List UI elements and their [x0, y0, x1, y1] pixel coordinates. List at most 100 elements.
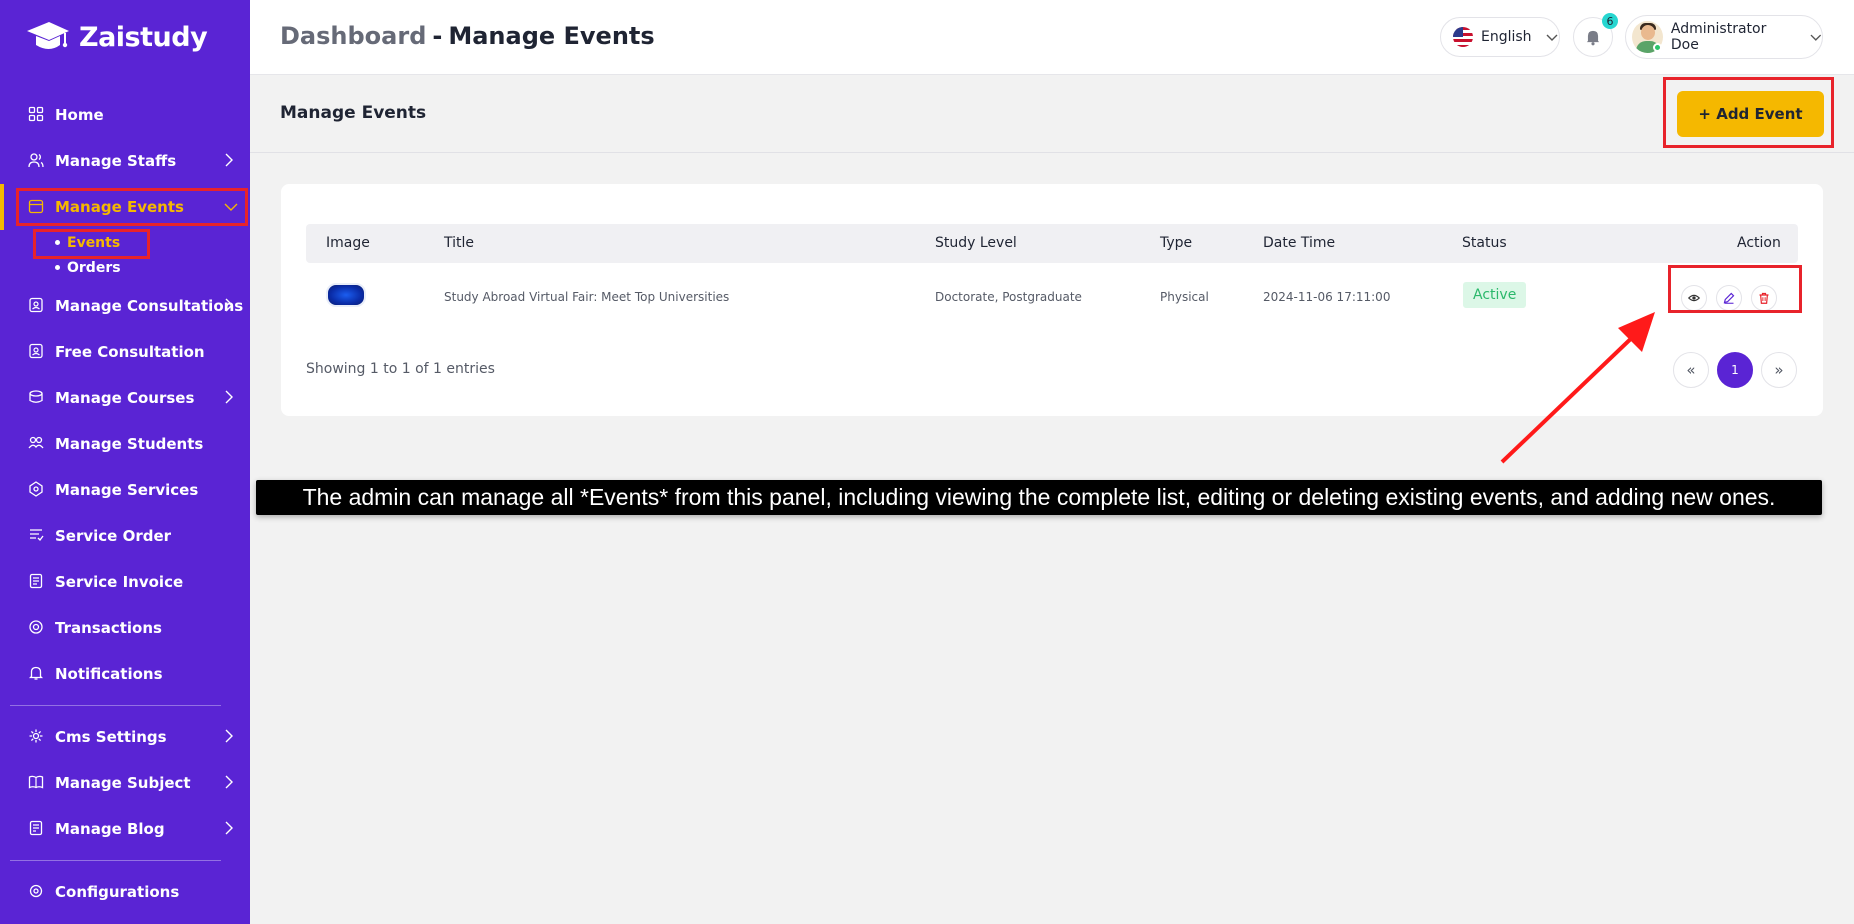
column-header-study-level: Study Level: [935, 235, 1017, 251]
sidebar-nav: Home Manage Staffs Manage Events Events …: [0, 92, 250, 915]
user-name: Administrator Doe: [1670, 21, 1767, 53]
sidebar-item-manage-students[interactable]: Manage Students: [0, 421, 250, 467]
view-button[interactable]: [1681, 285, 1707, 311]
bell-icon: [1586, 30, 1600, 46]
table-info: Showing 1 to 1 of 1 entries: [306, 361, 495, 377]
column-header-action: Action: [1737, 235, 1781, 251]
add-event-button[interactable]: + Add Event: [1677, 91, 1824, 137]
sidebar-item-label: Configurations: [55, 883, 180, 901]
sidebar-item-label: Service Invoice: [55, 573, 184, 591]
breadcrumb-current: Manage Events: [448, 22, 655, 50]
column-header-title: Title: [444, 235, 475, 251]
chevron-right-icon: [225, 729, 233, 743]
pagination-page-1[interactable]: 1: [1717, 352, 1753, 388]
sidebar-item-manage-subject[interactable]: Manage Subject: [0, 760, 250, 806]
event-title: Study Abroad Virtual Fair: Meet Top Univ…: [444, 290, 730, 304]
graduation-cap-logo-icon: [27, 22, 69, 49]
pencil-icon: [1723, 292, 1735, 304]
notification-count-badge: 6: [1602, 13, 1618, 29]
event-date-time: 2024-11-06 17:11:00: [1263, 290, 1391, 304]
sidebar-item-free-consultation[interactable]: Free Consultation: [0, 329, 250, 375]
order-icon: [28, 527, 46, 545]
sidebar-item-label: Manage Students: [55, 435, 204, 453]
sidebar-item-manage-events[interactable]: Manage Events: [0, 184, 250, 230]
sidebar-item-label: Service Order: [55, 527, 172, 545]
sidebar-item-label: Transactions: [55, 619, 162, 637]
column-header-image: Image: [326, 235, 370, 251]
sidebar-item-service-order[interactable]: Service Order: [0, 513, 250, 559]
bell-icon: [28, 665, 46, 683]
sidebar-item-manage-blog[interactable]: Manage Blog: [0, 806, 250, 852]
sidebar-item-label: Free Consultation: [55, 343, 205, 361]
sidebar-item-manage-staffs[interactable]: Manage Staffs: [0, 138, 250, 184]
sidebar-subitem-events[interactable]: Events: [33, 229, 250, 259]
chevron-down-icon: [1810, 34, 1822, 41]
column-header-type: Type: [1160, 235, 1193, 251]
chevron-down-icon: [1546, 34, 1558, 41]
events-table-card: Image Title Study Level Type Date Time S…: [281, 184, 1823, 416]
sidebar-subitem-label: Events: [67, 234, 121, 251]
services-icon: [28, 481, 46, 499]
pagination-next-button[interactable]: »: [1761, 352, 1797, 388]
sidebar-item-notifications[interactable]: Notifications: [0, 651, 250, 697]
sidebar-divider: [10, 860, 221, 861]
table-row: Study Abroad Virtual Fair: Meet Top Univ…: [306, 265, 1802, 322]
bullet-icon: [55, 240, 60, 245]
breadcrumb-root[interactable]: Dashboard: [280, 22, 426, 50]
brand[interactable]: Zaistudy: [25, 18, 208, 56]
chevron-right-icon: [225, 390, 233, 404]
sidebar-item-label: Manage Courses: [55, 389, 195, 407]
page-title: Manage Events: [280, 103, 427, 123]
breadcrumb-separator: -: [432, 22, 443, 50]
page-header: Manage Events + Add Event: [250, 75, 1854, 153]
calendar-icon: [28, 198, 46, 216]
chevron-down-icon: [224, 203, 238, 211]
invoice-icon: [28, 573, 46, 591]
us-flag-icon: [1453, 27, 1473, 47]
sidebar-item-service-invoice[interactable]: Service Invoice: [0, 559, 250, 605]
sidebar-item-label: Manage Events: [55, 198, 184, 216]
sidebar-item-transactions[interactable]: Transactions: [0, 605, 250, 651]
free-consultation-icon: [28, 343, 46, 361]
bullet-icon: [55, 265, 60, 270]
settings-icon: [28, 883, 46, 901]
tutorial-caption: The admin can manage all *Events* from t…: [256, 480, 1822, 515]
chevron-right-icon: [225, 775, 233, 789]
consultation-icon: [28, 297, 46, 315]
sidebar: Zaistudy Home Manage Staffs Manage Event…: [0, 0, 250, 924]
event-type: Physical: [1160, 290, 1209, 304]
sidebar-subitem-orders[interactable]: Orders: [55, 255, 250, 280]
event-thumbnail: [326, 283, 366, 307]
language-selector[interactable]: English: [1440, 17, 1560, 57]
user-menu[interactable]: Administrator Doe: [1625, 15, 1823, 59]
sidebar-item-label: Manage Subject: [55, 774, 191, 792]
chevron-right-icon: [225, 821, 233, 835]
sidebar-item-configurations[interactable]: Configurations: [0, 869, 250, 915]
sidebar-item-label: Notifications: [55, 665, 163, 683]
sidebar-divider: [10, 705, 221, 706]
pagination: « 1 »: [1673, 352, 1797, 388]
sidebar-item-cms-settings[interactable]: Cms Settings: [0, 714, 250, 760]
top-header: Dashboard - Manage Events English 6 Admini…: [250, 0, 1854, 75]
transactions-icon: [28, 619, 46, 637]
breadcrumb: Dashboard - Manage Events: [280, 22, 655, 50]
manage-events-submenu: Events Orders: [0, 229, 250, 280]
sidebar-subitem-label: Orders: [67, 259, 121, 276]
delete-button[interactable]: [1751, 285, 1777, 311]
online-status-dot: [1653, 43, 1662, 52]
sidebar-item-home[interactable]: Home: [0, 92, 250, 138]
language-label: English: [1481, 29, 1532, 45]
status-badge: Active: [1463, 282, 1527, 308]
edit-button[interactable]: [1716, 285, 1742, 311]
sidebar-item-label: Manage Staffs: [55, 152, 177, 170]
chevron-right-icon: [225, 298, 233, 312]
sidebar-item-manage-consultations[interactable]: Manage Consultations: [0, 283, 250, 329]
sidebar-item-manage-services[interactable]: Manage Services: [0, 467, 250, 513]
pagination-prev-button[interactable]: «: [1673, 352, 1709, 388]
courses-icon: [28, 389, 46, 407]
sidebar-item-manage-courses[interactable]: Manage Courses: [0, 375, 250, 421]
event-study-level: Doctorate, Postgraduate: [935, 290, 1082, 304]
column-header-status: Status: [1462, 235, 1507, 251]
blog-icon: [28, 820, 46, 838]
notifications-button[interactable]: 6: [1573, 13, 1618, 57]
